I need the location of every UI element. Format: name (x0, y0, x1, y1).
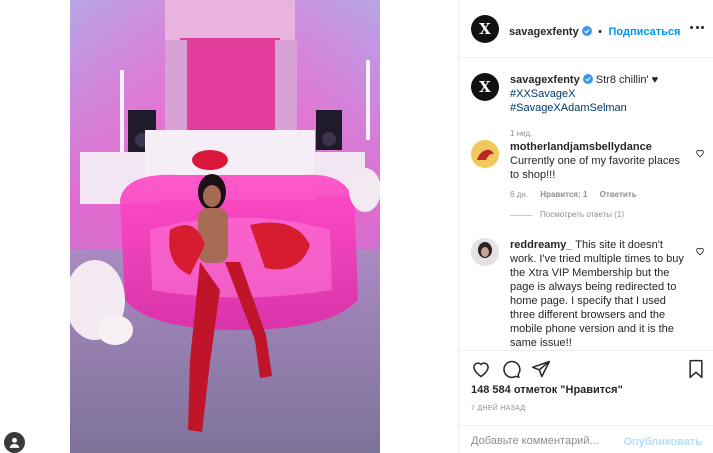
publish-button[interactable]: Опубликовать (623, 436, 702, 448)
avatar-logo: X (479, 77, 491, 96)
follow-button[interactable]: Подписаться (608, 26, 680, 38)
commenter-avatar-icon (471, 140, 499, 168)
author-avatar[interactable]: X (471, 15, 499, 43)
commenter-avatar[interactable] (471, 140, 499, 168)
post-header: X savagexfenty • Подписаться (459, 0, 713, 58)
comment-text: Currently one of my favorite places to s… (510, 155, 680, 181)
caption-avatar[interactable]: X (471, 73, 499, 101)
caption-text: Str8 chillin' ♥ (595, 74, 659, 86)
comments-list[interactable]: X savagexfenty Str8 chillin' ♥ #XXSavage… (459, 58, 713, 350)
comment-body: motherlandjamsbellydance Currently one o… (510, 140, 688, 222)
comment-input[interactable] (471, 432, 621, 450)
verified-badge-icon (582, 74, 593, 84)
comment-username[interactable]: reddreamy_ (510, 239, 572, 251)
save-bookmark-icon[interactable] (686, 359, 706, 379)
caption-body: savagexfenty Str8 chillin' ♥ #XXSavageX … (510, 73, 688, 141)
like-heart-icon[interactable] (471, 359, 491, 379)
post-actions: 148 584 отметок "Нравится" 7 ДНЕЙ НАЗАД … (459, 350, 713, 453)
more-dot-icon (701, 25, 704, 29)
view-replies-button[interactable]: Посмотреть ответы (1) (510, 208, 688, 222)
comment-text: This site it doesn't work. I've tried mu… (510, 239, 684, 349)
reply-button[interactable]: Ответить (600, 190, 637, 199)
comment-time: 6 дн. (510, 190, 528, 199)
like-comment-heart-icon[interactable] (695, 148, 705, 158)
share-paper-plane-icon[interactable] (531, 359, 551, 379)
likes-count[interactable]: 148 584 отметок "Нравится" (471, 384, 623, 396)
avatar-logo: X (479, 19, 491, 38)
like-comment-heart-icon[interactable] (695, 246, 705, 256)
author-username[interactable]: savagexfenty (509, 26, 579, 38)
comment-username[interactable]: motherlandjamsbellydance (510, 141, 652, 153)
commenter-avatar-icon (471, 238, 499, 266)
add-comment-section: Опубликовать (459, 425, 713, 453)
user-icon (9, 437, 20, 448)
caption-username[interactable]: savagexfenty (510, 74, 580, 86)
more-dot-icon (695, 25, 699, 29)
commenter-avatar[interactable] (471, 238, 499, 266)
more-options-button[interactable] (690, 20, 704, 34)
comment-body: reddreamy_ This site it doesn't work. I'… (510, 238, 688, 350)
more-dot-icon (690, 25, 693, 29)
caption-hashtags[interactable]: #XXSavageX #SavageXAdamSelman (510, 88, 627, 114)
author-line: savagexfenty • Подписаться (509, 22, 680, 40)
caption-time: 1 нед. (510, 129, 533, 138)
caption-meta: 1 нед. (510, 127, 688, 141)
separator-dot: • (598, 26, 603, 38)
page-backdrop (0, 0, 70, 453)
comment-likes[interactable]: Нравится: 1 (540, 190, 587, 199)
view-replies-label: Посмотреть ответы (1) (540, 210, 625, 219)
verified-badge-icon (581, 26, 592, 36)
photo-scene (70, 0, 380, 453)
account-button[interactable] (4, 432, 25, 453)
comment-meta: 6 дн. Нравится: 1 Ответить (510, 188, 688, 202)
post-details-panel: X savagexfenty • Подписаться X savagexfe… (458, 0, 713, 453)
divider-line (510, 214, 532, 216)
post-date: 7 ДНЕЙ НАЗАД (471, 405, 526, 412)
post-photo[interactable] (70, 0, 380, 453)
comment-bubble-icon[interactable] (501, 359, 521, 379)
